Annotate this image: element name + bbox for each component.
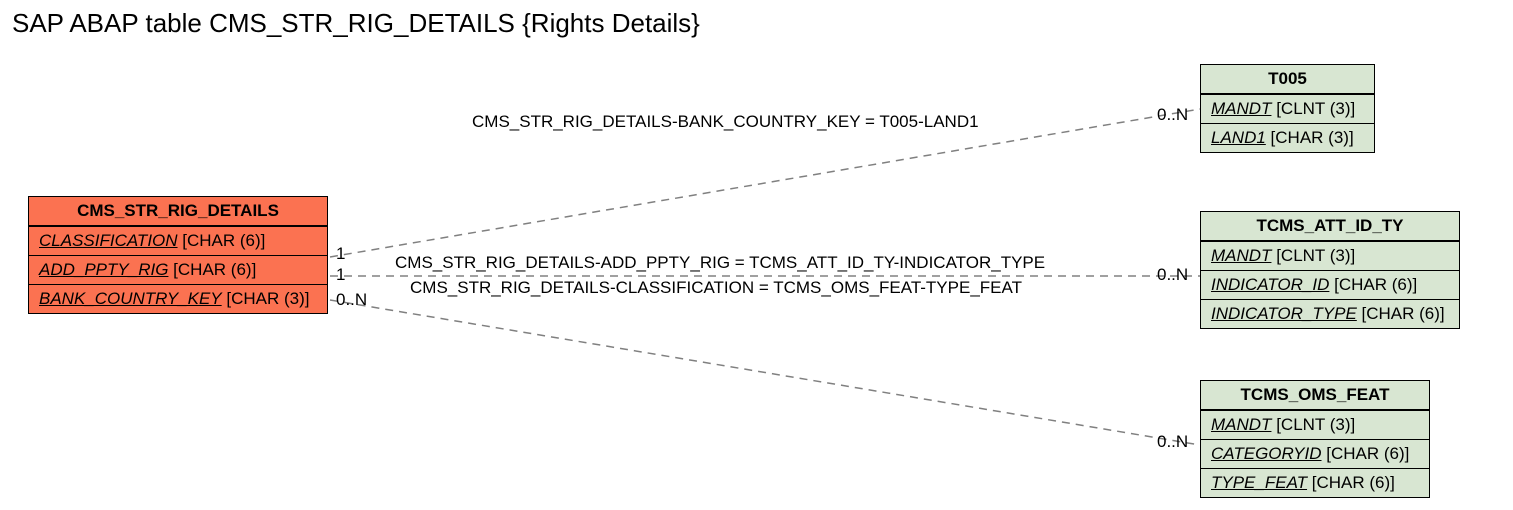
- field-type: [CHAR (6)]: [1362, 304, 1445, 323]
- field-name: CATEGORYID: [1211, 444, 1322, 463]
- field-name: ADD_PPTY_RIG: [39, 260, 168, 279]
- field-type: [CLNT (3)]: [1276, 99, 1355, 118]
- field-name: TYPE_FEAT: [1211, 473, 1307, 492]
- field-type: [CHAR (6)]: [1326, 444, 1409, 463]
- field-name: MANDT: [1211, 246, 1271, 265]
- table-row: MANDT [CLNT (3)]: [1201, 94, 1374, 123]
- field-type: [CHAR (6)]: [182, 231, 265, 250]
- table-row: TYPE_FEAT [CHAR (6)]: [1201, 468, 1429, 497]
- table-feat: TCMS_OMS_FEAT MANDT [CLNT (3)] CATEGORYI…: [1200, 380, 1430, 498]
- table-row: MANDT [CLNT (3)]: [1201, 410, 1429, 439]
- field-type: [CHAR (6)]: [1334, 275, 1417, 294]
- table-row: CATEGORYID [CHAR (6)]: [1201, 439, 1429, 468]
- table-row: CLASSIFICATION [CHAR (6)]: [29, 226, 327, 255]
- table-att-header: TCMS_ATT_ID_TY: [1201, 212, 1459, 241]
- page-title: SAP ABAP table CMS_STR_RIG_DETAILS {Righ…: [12, 8, 700, 39]
- cardinality-src-r3: 0..N: [336, 290, 367, 310]
- field-type: [CHAR (3)]: [226, 289, 309, 308]
- table-row: INDICATOR_TYPE [CHAR (6)]: [1201, 299, 1459, 328]
- table-feat-header: TCMS_OMS_FEAT: [1201, 381, 1429, 410]
- field-type: [CHAR (3)]: [1271, 128, 1354, 147]
- table-main: CMS_STR_RIG_DETAILS CLASSIFICATION [CHAR…: [28, 196, 328, 314]
- cardinality-dst-r3: 0..N: [1157, 432, 1188, 452]
- field-name: LAND1: [1211, 128, 1266, 147]
- field-name: MANDT: [1211, 99, 1271, 118]
- table-main-header: CMS_STR_RIG_DETAILS: [29, 197, 327, 226]
- table-row: INDICATOR_ID [CHAR (6)]: [1201, 270, 1459, 299]
- table-t005: T005 MANDT [CLNT (3)] LAND1 [CHAR (3)]: [1200, 64, 1375, 153]
- cardinality-dst-r1: 0..N: [1157, 105, 1188, 125]
- table-t005-header: T005: [1201, 65, 1374, 94]
- cardinality-src-r2: 1: [336, 265, 345, 285]
- field-type: [CLNT (3)]: [1276, 246, 1355, 265]
- table-row: ADD_PPTY_RIG [CHAR (6)]: [29, 255, 327, 284]
- relation-label-r3: CMS_STR_RIG_DETAILS-CLASSIFICATION = TCM…: [410, 278, 1022, 298]
- cardinality-src-r1: 1: [336, 244, 345, 264]
- table-row: BANK_COUNTRY_KEY [CHAR (3)]: [29, 284, 327, 313]
- table-row: LAND1 [CHAR (3)]: [1201, 123, 1374, 152]
- field-type: [CHAR (6)]: [173, 260, 256, 279]
- field-type: [CLNT (3)]: [1276, 415, 1355, 434]
- relation-label-r1: CMS_STR_RIG_DETAILS-BANK_COUNTRY_KEY = T…: [472, 112, 979, 132]
- field-name: MANDT: [1211, 415, 1271, 434]
- field-name: CLASSIFICATION: [39, 231, 178, 250]
- table-row: MANDT [CLNT (3)]: [1201, 241, 1459, 270]
- field-name: BANK_COUNTRY_KEY: [39, 289, 222, 308]
- field-type: [CHAR (6)]: [1312, 473, 1395, 492]
- relation-label-r2: CMS_STR_RIG_DETAILS-ADD_PPTY_RIG = TCMS_…: [395, 253, 1045, 273]
- field-name: INDICATOR_TYPE: [1211, 304, 1357, 323]
- field-name: INDICATOR_ID: [1211, 275, 1329, 294]
- table-att: TCMS_ATT_ID_TY MANDT [CLNT (3)] INDICATO…: [1200, 211, 1460, 329]
- cardinality-dst-r2: 0..N: [1157, 265, 1188, 285]
